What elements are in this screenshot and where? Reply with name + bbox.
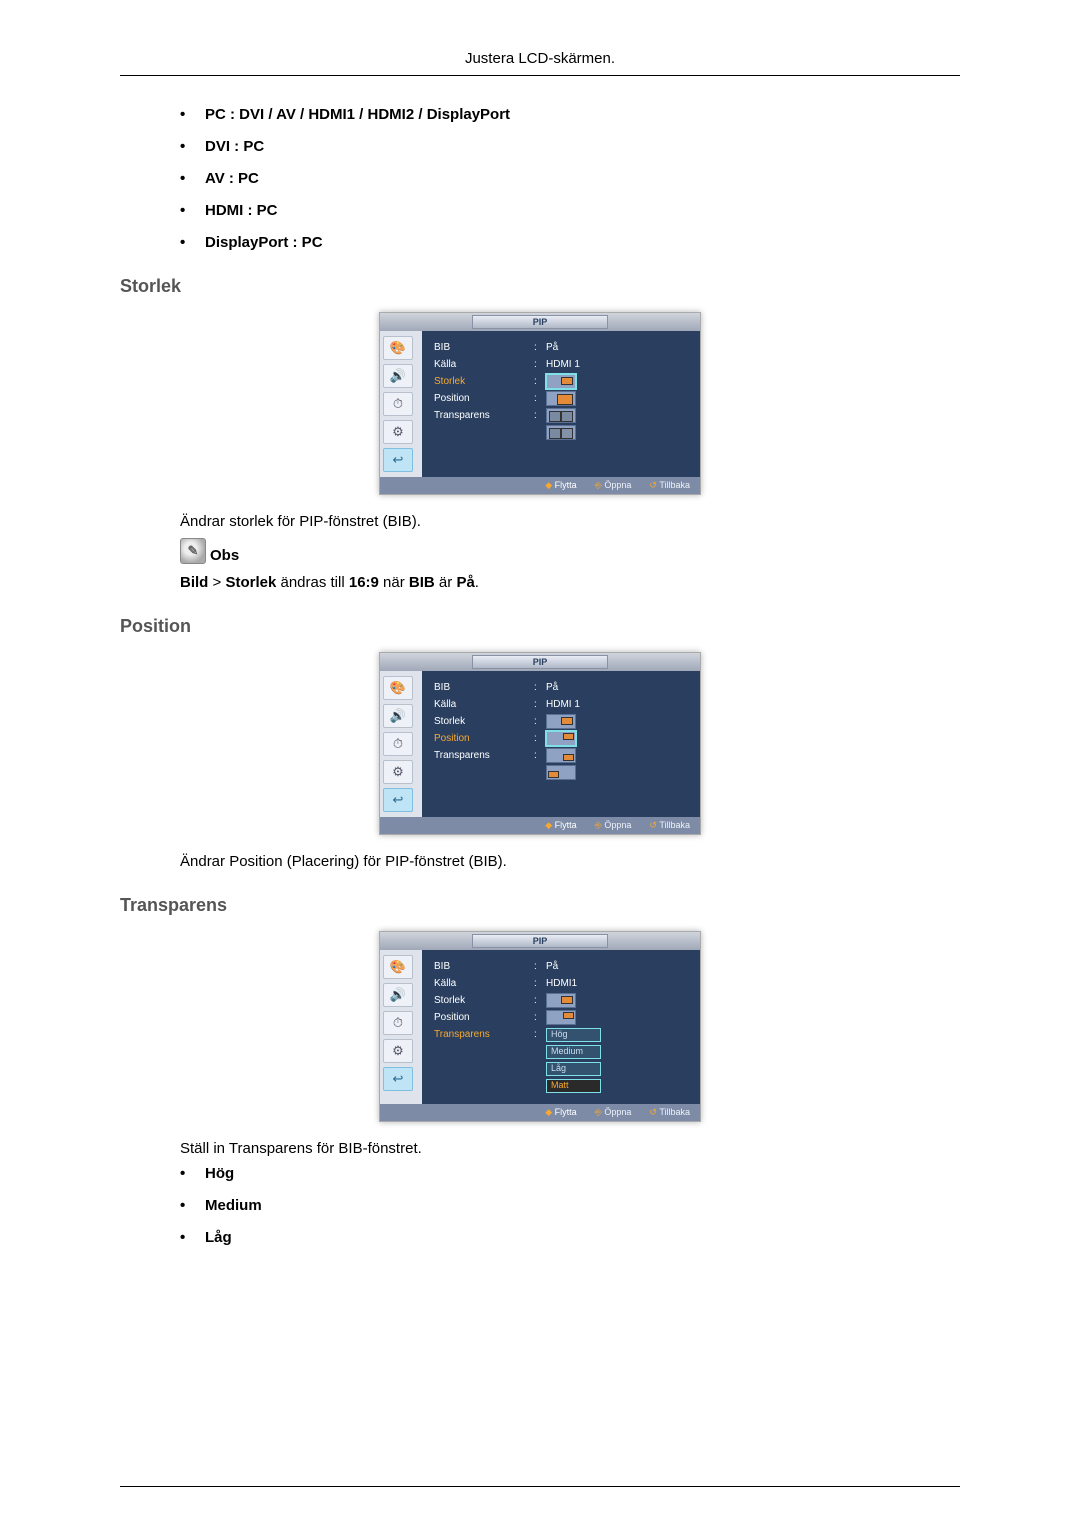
return-icon: ↩ (383, 448, 413, 472)
osd-hint-open: Öppna (595, 480, 632, 491)
document-page: Justera LCD-skärmen. PC : DVI / AV / HDM… (0, 0, 1080, 1527)
osd-tab-pip: PIP (472, 315, 609, 329)
osd-active-position: Position (434, 733, 534, 744)
clock-icon: ⏱ (383, 732, 413, 756)
return-icon: ↩ (383, 788, 413, 812)
note-icon: ✎ (180, 538, 206, 564)
picture-icon: 🎨 (383, 955, 413, 979)
source-item-hdmi: HDMI : PC (180, 202, 960, 219)
osd-footer: Flytta Öppna Tillbaka (380, 477, 700, 494)
page-header: Justera LCD-skärmen. (120, 50, 960, 76)
picture-icon: 🎨 (383, 336, 413, 360)
footer-rule (120, 1486, 960, 1487)
settings-icon: ⚙ (383, 1039, 413, 1063)
osd-screenshot-storlek: PIP 🎨 🔊 ⏱ ⚙ ↩ BIB:På Källa:HDMI 1 Storle… (120, 312, 960, 495)
settings-icon: ⚙ (383, 420, 413, 444)
osd-menu: BIB:På Källa:HDMI 1 Storlek: Position: T… (422, 331, 700, 477)
source-list: PC : DVI / AV / HDMI1 / HDMI2 / DisplayP… (120, 106, 960, 251)
size-option-medium (546, 391, 576, 406)
osd-hint-move: Flytta (545, 480, 576, 491)
sound-icon: 🔊 (383, 983, 413, 1007)
heading-transparens: Transparens (120, 895, 960, 916)
heading-storlek: Storlek (120, 276, 960, 297)
size-option-pip-right (546, 425, 576, 440)
heading-position: Position (120, 616, 960, 637)
pos-option-bl (546, 765, 576, 780)
osd-active-storlek: Storlek (434, 376, 534, 387)
note-label: Obs (210, 547, 239, 564)
trans-item-medium: Medium (180, 1197, 960, 1214)
return-icon: ↩ (383, 1067, 413, 1091)
trans-item-lag: Låg (180, 1229, 960, 1246)
osd-screenshot-position: PIP 🎨 🔊 ⏱ ⚙ ↩ BIB:På Källa:HDMI 1 Storle… (120, 652, 960, 835)
pos-option-storlek (546, 714, 576, 729)
pos-option-br (546, 748, 576, 763)
sound-icon: 🔊 (383, 704, 413, 728)
source-item-dvi: DVI : PC (180, 138, 960, 155)
transparens-options-list: Hög Medium Låg (120, 1165, 960, 1246)
clock-icon: ⏱ (383, 392, 413, 416)
settings-icon: ⚙ (383, 760, 413, 784)
trans-opt-medium: Medium (546, 1045, 601, 1059)
trans-opt-hog: Hög (546, 1028, 601, 1042)
osd-active-transparens: Transparens (434, 1029, 534, 1040)
osd-sidebar: 🎨 🔊 ⏱ ⚙ ↩ (380, 331, 422, 477)
trans-item-hog: Hög (180, 1165, 960, 1182)
size-option-small (546, 374, 576, 389)
source-item-pc: PC : DVI / AV / HDMI1 / HDMI2 / DisplayP… (180, 106, 960, 123)
note-text: Bild > Storlek ändras till 16:9 när BIB … (180, 574, 960, 591)
storlek-desc: Ändrar storlek för PIP-fönstret (BIB). (180, 513, 960, 530)
trans-opt-matt: Matt (546, 1079, 601, 1093)
size-option-half (546, 408, 576, 423)
clock-icon: ⏱ (383, 1011, 413, 1035)
source-item-av: AV : PC (180, 170, 960, 187)
osd-screenshot-transparens: PIP 🎨 🔊 ⏱ ⚙ ↩ BIB:På Källa:HDMI1 Storlek… (120, 931, 960, 1122)
transparens-desc: Ställ in Transparens för BIB-fönstret. (180, 1140, 960, 1157)
osd-hint-back: Tillbaka (649, 480, 690, 491)
pos-option-tr (546, 731, 576, 746)
picture-icon: 🎨 (383, 676, 413, 700)
trans-opt-lag: Låg (546, 1062, 601, 1076)
position-desc: Ändrar Position (Placering) för PIP-föns… (180, 853, 960, 870)
note-obs: ✎ Obs (180, 538, 960, 564)
source-item-displayport: DisplayPort : PC (180, 234, 960, 251)
sound-icon: 🔊 (383, 364, 413, 388)
